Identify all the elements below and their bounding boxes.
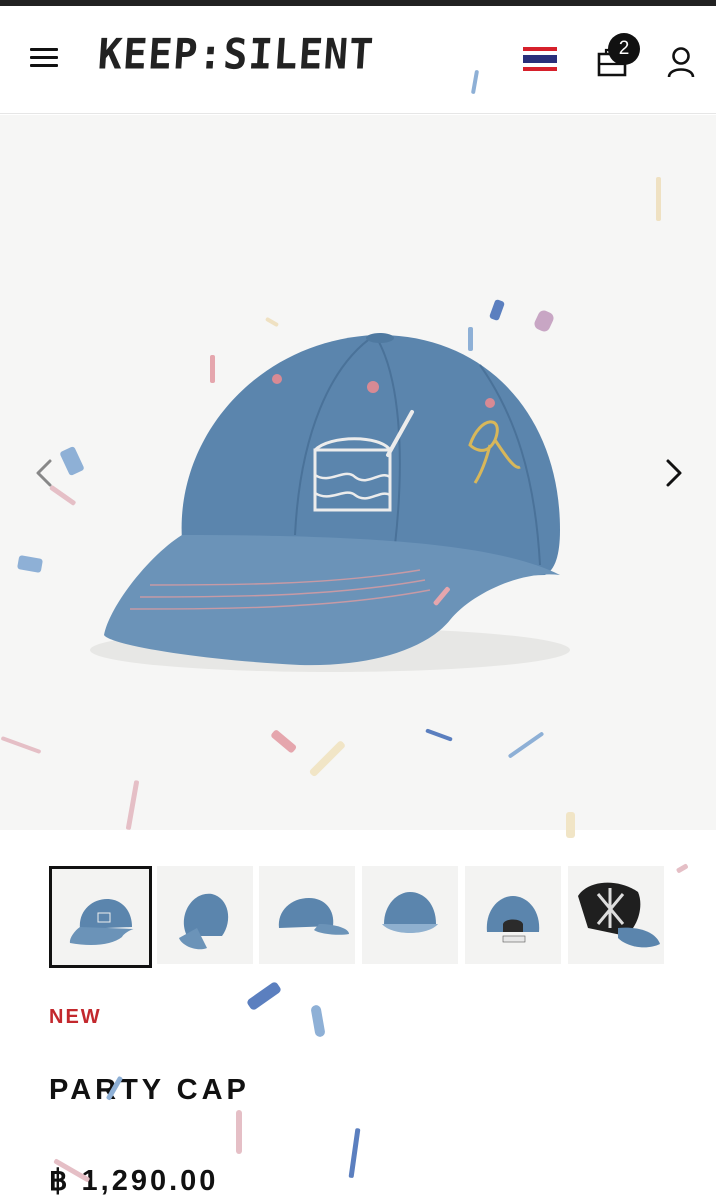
product-price: ฿ 1,290.00 xyxy=(49,1165,219,1197)
thumbnail-image xyxy=(179,893,229,950)
thumbnail-3[interactable] xyxy=(259,866,355,964)
user-icon[interactable] xyxy=(666,46,696,78)
thumbnail-image xyxy=(578,882,660,948)
new-badge: NEW xyxy=(49,1006,102,1028)
cart-count-badge: 2 xyxy=(608,33,640,65)
thumbnail-2[interactable] xyxy=(157,866,253,964)
product-title: PARTY CAP xyxy=(49,1074,250,1106)
thumbnail-1[interactable] xyxy=(49,866,152,968)
site-logo[interactable]: KEEP:SILENT xyxy=(96,31,375,79)
chevron-right-icon[interactable] xyxy=(658,455,688,491)
product-main-image xyxy=(1,177,661,830)
site-header: KEEP:SILENT 2 xyxy=(0,6,716,114)
thumbnail-6[interactable] xyxy=(568,866,664,964)
thumbnail-image xyxy=(382,892,438,933)
thumbnail-image xyxy=(69,899,134,945)
thumbnail-5[interactable] xyxy=(465,866,561,964)
hamburger-menu-icon[interactable] xyxy=(30,48,58,70)
chevron-left-icon[interactable] xyxy=(30,455,60,491)
product-thumbnail-strip xyxy=(49,866,669,968)
thumbnail-image xyxy=(486,896,540,943)
thailand-flag-icon[interactable] xyxy=(523,47,557,71)
product-image-carousel[interactable] xyxy=(0,115,716,830)
thumbnail-4[interactable] xyxy=(362,866,458,964)
thumbnail-image xyxy=(278,898,349,935)
